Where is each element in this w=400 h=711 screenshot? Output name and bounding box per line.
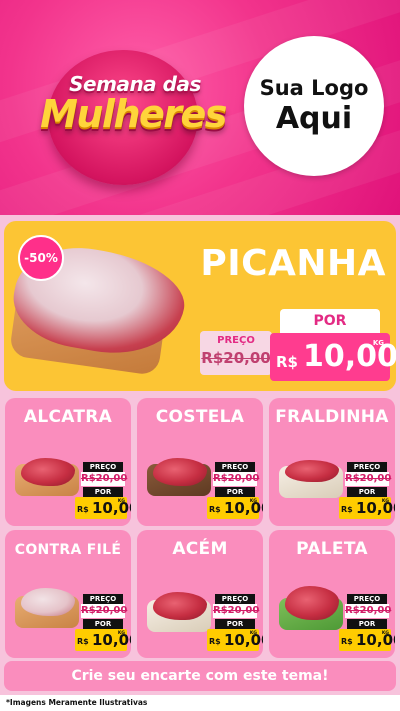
por-label: POR bbox=[347, 487, 387, 497]
unit: KG bbox=[249, 631, 257, 636]
logo-text-line2: Aqui bbox=[275, 101, 353, 136]
product-name: ALCATRA bbox=[23, 407, 113, 427]
create-flyer-button[interactable]: Crie seu encarte com este tema! bbox=[4, 661, 396, 691]
preco-label: PREÇO bbox=[347, 462, 387, 472]
new-price: 10,00 bbox=[224, 499, 263, 517]
new-price: 10,00 bbox=[356, 631, 395, 649]
new-price-box: R$ 10,00 KG bbox=[207, 629, 263, 651]
featured-product-card[interactable]: -50% PICANHA POR PREÇO R$20,00 R$ 10,00 … bbox=[4, 221, 396, 391]
featured-new-price-box: R$ 10,00 KG bbox=[270, 333, 396, 381]
product-name: ACÉM bbox=[172, 539, 228, 559]
currency: R$ bbox=[341, 505, 353, 514]
por-label: POR bbox=[215, 487, 255, 497]
product-name: CONTRA FILÉ bbox=[14, 542, 122, 558]
product-card-alcatra[interactable]: ALCATRA PREÇO R$20,00 POR R$ 10,00 KG bbox=[5, 398, 131, 526]
currency: R$ bbox=[209, 505, 221, 514]
logo-text-line1: Sua Logo bbox=[259, 76, 369, 100]
featured-old-price-box: PREÇO R$20,00 bbox=[200, 331, 272, 375]
featured-por-label: POR bbox=[280, 309, 380, 333]
por-label: POR bbox=[83, 619, 123, 629]
featured-unit: KG bbox=[372, 339, 384, 347]
new-price: 10,00 bbox=[92, 499, 131, 517]
paleta-image bbox=[285, 586, 339, 620]
header-banner: Semana das Mulheres Sua Logo Aqui bbox=[0, 0, 400, 215]
acem-image bbox=[153, 592, 207, 620]
featured-product-name: PICANHA bbox=[200, 243, 386, 284]
product-card-costela[interactable]: COSTELA PREÇO R$20,00 POR R$ 10,00 KG bbox=[137, 398, 263, 526]
costela-image bbox=[153, 458, 207, 486]
campaign-title-badge: Semana das Mulheres bbox=[18, 40, 238, 190]
disclaimer-text: *Imagens Meramente Ilustrativas bbox=[0, 695, 400, 711]
contra-file-image bbox=[21, 588, 75, 616]
fraldinha-image bbox=[285, 460, 339, 482]
featured-old-price: R$20,00 bbox=[201, 349, 271, 367]
new-price: 10,00 bbox=[224, 631, 263, 649]
currency: R$ bbox=[77, 505, 89, 514]
featured-preco-label: PREÇO bbox=[217, 335, 255, 346]
preco-label: PREÇO bbox=[83, 462, 123, 472]
product-card-contra-file[interactable]: CONTRA FILÉ PREÇO R$20,00 POR R$ 10,00 K… bbox=[5, 530, 131, 658]
old-price: R$20,00 bbox=[345, 604, 392, 618]
preco-label: PREÇO bbox=[215, 594, 255, 604]
alcatra-image bbox=[21, 458, 75, 486]
new-price-box: R$ 10,00 KG bbox=[75, 497, 131, 519]
product-name: FRALDINHA bbox=[275, 407, 389, 427]
product-card-acem[interactable]: ACÉM PREÇO R$20,00 POR R$ 10,00 KG bbox=[137, 530, 263, 658]
preco-label: PREÇO bbox=[215, 462, 255, 472]
unit: KG bbox=[249, 499, 257, 504]
old-price: R$20,00 bbox=[213, 604, 260, 618]
currency: R$ bbox=[209, 637, 221, 646]
unit: KG bbox=[117, 499, 125, 504]
unit: KG bbox=[381, 631, 389, 636]
product-card-paleta[interactable]: PALETA PREÇO R$20,00 POR R$ 10,00 KG bbox=[269, 530, 395, 658]
product-name: COSTELA bbox=[155, 407, 245, 427]
currency: R$ bbox=[341, 637, 353, 646]
new-price-box: R$ 10,00 KG bbox=[207, 497, 263, 519]
featured-currency: R$ bbox=[276, 353, 298, 371]
old-price: R$20,00 bbox=[213, 472, 260, 486]
logo-placeholder[interactable]: Sua Logo Aqui bbox=[244, 36, 384, 176]
old-price: R$20,00 bbox=[81, 604, 128, 618]
por-label: POR bbox=[215, 619, 255, 629]
preco-label: PREÇO bbox=[83, 594, 123, 604]
product-card-fraldinha[interactable]: FRALDINHA PREÇO R$20,00 POR R$ 10,00 KG bbox=[269, 398, 395, 526]
new-price-box: R$ 10,00 KG bbox=[339, 497, 395, 519]
campaign-title-main: Mulheres bbox=[40, 92, 227, 136]
new-price: 10,00 bbox=[92, 631, 131, 649]
new-price: 10,00 bbox=[356, 499, 395, 517]
unit: KG bbox=[117, 631, 125, 636]
old-price: R$20,00 bbox=[81, 472, 128, 486]
new-price-box: R$ 10,00 KG bbox=[339, 629, 395, 651]
unit: KG bbox=[381, 499, 389, 504]
product-name: PALETA bbox=[296, 539, 368, 559]
por-label: POR bbox=[83, 487, 123, 497]
new-price-box: R$ 10,00 KG bbox=[75, 629, 131, 651]
discount-badge: -50% bbox=[18, 235, 64, 281]
old-price: R$20,00 bbox=[345, 472, 392, 486]
por-label: POR bbox=[347, 619, 387, 629]
currency: R$ bbox=[77, 637, 89, 646]
preco-label: PREÇO bbox=[347, 594, 387, 604]
